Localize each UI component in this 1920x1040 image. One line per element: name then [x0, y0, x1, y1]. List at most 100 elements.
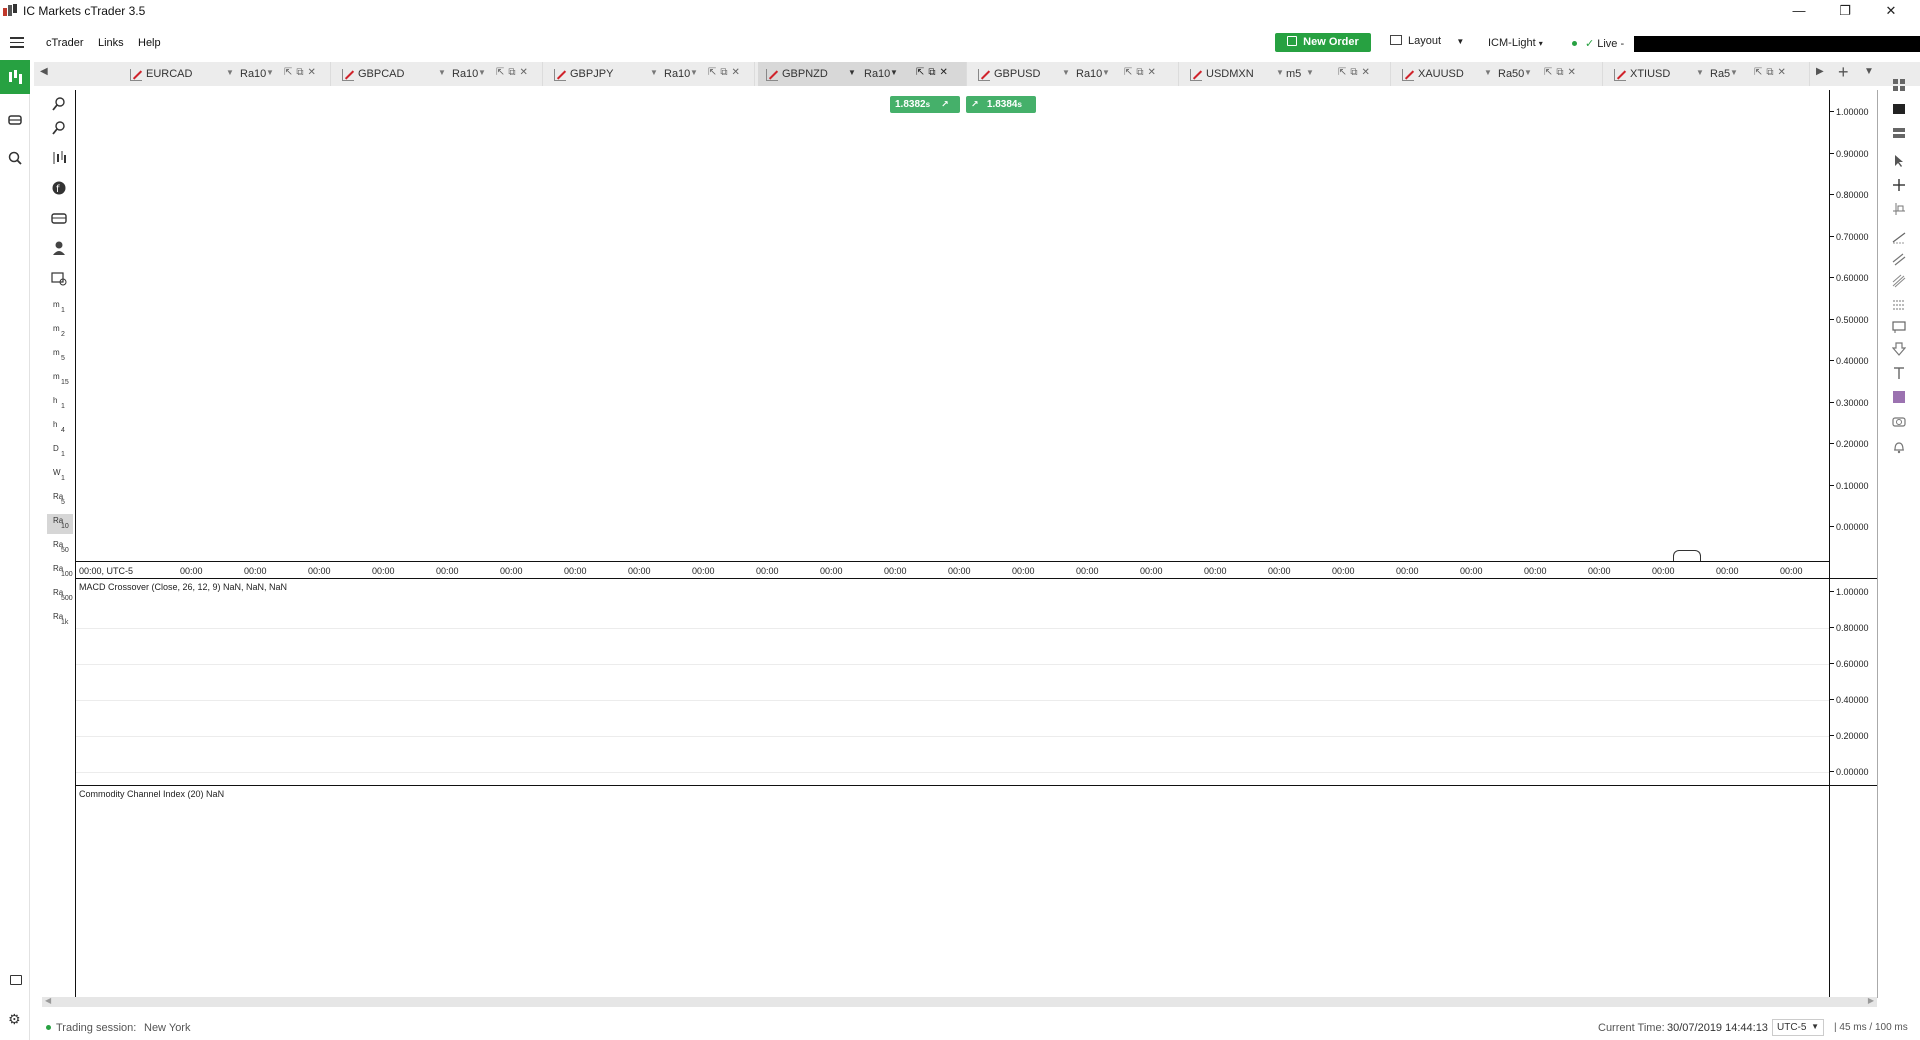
menu-links[interactable]: Links	[98, 37, 124, 49]
tab-gbpcad[interactable]: GBPCAD ▼ Ra10 ▼ ⇱⧉✕	[334, 62, 543, 86]
pitchfork-icon[interactable]	[1892, 274, 1906, 288]
timeframe-h1[interactable]: h1	[47, 394, 73, 414]
cbots-icon[interactable]	[51, 210, 67, 226]
chart-area[interactable]: 1.8382s ↗ ↗ 1.8384s 1.00000 0.90000 0.80…	[75, 90, 1878, 998]
trade-app-icon[interactable]	[0, 60, 30, 94]
tab-controls-icons[interactable]: ⇱⧉✕	[1338, 67, 1374, 78]
timeframe-ra5[interactable]: Ra 5	[47, 490, 73, 510]
live-account-status[interactable]: ✓ Live -	[1572, 37, 1624, 50]
timeframe-w1[interactable]: W1	[47, 466, 73, 486]
tab-list-dropdown-icon[interactable]: ▼	[1864, 66, 1874, 77]
main-price-pane[interactable]: 1.8382s ↗ ↗ 1.8384s	[76, 90, 1830, 561]
timeframe-h4[interactable]: h4	[47, 418, 73, 438]
tab-controls-icons[interactable]: ⇱⧉✕	[708, 67, 744, 78]
timeframe-m15[interactable]: m 15	[47, 370, 73, 390]
timeframe-dropdown-icon[interactable]: ▼	[1524, 68, 1532, 77]
ruler-icon[interactable]	[1892, 202, 1906, 216]
crosshair-icon[interactable]	[1892, 178, 1906, 192]
trendline-icon[interactable]	[1892, 230, 1906, 244]
tab-controls-icons[interactable]: ⇱⧉✕	[1544, 67, 1580, 78]
stacked-charts-icon[interactable]	[1892, 126, 1906, 140]
zoom-out-icon[interactable]	[51, 120, 67, 136]
tab-gbpusd[interactable]: GBPUSD ▼ Ra10 ▼ ⇱⧉✕	[970, 62, 1179, 86]
screenshot-camera-icon[interactable]	[1892, 414, 1906, 428]
symbol-dropdown-icon[interactable]: ▼	[226, 68, 234, 77]
tab-controls-icons[interactable]: ⇱⧉✕	[1754, 67, 1790, 78]
layout-button[interactable]: Layout ▼	[1390, 35, 1464, 47]
tab-controls-icons[interactable]: ⇱⧉✕	[284, 67, 320, 78]
menu-ctrader[interactable]: cTrader	[46, 37, 84, 49]
tab-scroll-left-icon[interactable]: ◀	[40, 66, 48, 77]
tab-controls-icons[interactable]: ⇱⧉✕	[1124, 67, 1160, 78]
multi-chart-grid-icon[interactable]	[1892, 78, 1906, 92]
timeframe-ra1k[interactable]: Ra 1k	[47, 610, 73, 630]
templates-icon[interactable]	[51, 270, 67, 286]
symbol-dropdown-icon[interactable]: ▼	[650, 68, 658, 77]
timeframe-m5[interactable]: m5	[47, 346, 73, 366]
arrow-down-icon[interactable]	[1892, 342, 1906, 356]
chart-type-icon[interactable]	[51, 150, 67, 166]
single-chart-icon[interactable]	[1892, 102, 1906, 116]
restore-button[interactable]: ❐	[1822, 0, 1868, 22]
tab-xtiusd[interactable]: XTIUSD ▼ Ra5 ▼ ⇱⧉✕	[1606, 62, 1810, 86]
menu-help[interactable]: Help	[138, 37, 161, 49]
minimize-button[interactable]: —	[1776, 0, 1822, 22]
alert-bell-icon[interactable]	[1892, 440, 1906, 454]
symbol-dropdown-icon[interactable]: ▼	[1062, 68, 1070, 77]
tab-scroll-right-icon[interactable]: ▶	[1816, 66, 1824, 77]
scroll-right-icon[interactable]: ▶	[1868, 996, 1874, 1005]
pane-separator[interactable]	[76, 578, 1878, 579]
timeframe-d1[interactable]: D1	[47, 442, 73, 462]
timeframe-dropdown-icon[interactable]: ▼	[690, 68, 698, 77]
channel-icon[interactable]	[1892, 252, 1906, 266]
timeframe-dropdown-icon[interactable]: ▼	[266, 68, 274, 77]
indicators-icon[interactable]: f	[51, 180, 67, 196]
macd-pane-label[interactable]: MACD Crossover (Close, 26, 12, 9) NaN, N…	[79, 582, 287, 592]
fibonacci-icon[interactable]	[1892, 298, 1906, 312]
hamburger-menu-icon[interactable]	[10, 34, 26, 48]
timeframe-dropdown-icon[interactable]: ▼	[1102, 68, 1110, 77]
copy-app-icon[interactable]	[0, 104, 30, 138]
tab-eurcad[interactable]: EURCAD ▼ Ra10 ▼ ⇱⧉✕	[122, 62, 331, 86]
ask-quote-button[interactable]: ↗ 1.8384s	[966, 96, 1036, 113]
timeframe-ra500[interactable]: Ra 500	[47, 586, 73, 606]
tab-usdmxn[interactable]: USDMXN ▼ m5 ▼ ⇱⧉✕	[1182, 62, 1391, 86]
scroll-left-icon[interactable]: ◀	[45, 996, 51, 1005]
timeframe-m2[interactable]: m2	[47, 322, 73, 342]
timeframe-dropdown-icon[interactable]: ▼	[1730, 68, 1738, 77]
rectangle-icon[interactable]	[1892, 320, 1906, 334]
timeframe-dropdown-icon[interactable]: ▼	[1306, 68, 1314, 77]
symbol-dropdown-icon[interactable]: ▼	[848, 68, 856, 77]
bid-quote-button[interactable]: 1.8382s ↗	[890, 96, 960, 113]
close-button[interactable]: ✕	[1868, 0, 1914, 22]
pane-separator[interactable]	[76, 785, 1878, 786]
timeframe-dropdown-icon[interactable]: ▼	[478, 68, 486, 77]
timeframe-m1[interactable]: m1	[47, 298, 73, 318]
tab-gbpnzd[interactable]: GBPNZD ▼ Ra10 ▼ ⇱⧉✕	[758, 62, 967, 86]
timeframe-ra100[interactable]: Ra 100	[47, 562, 73, 582]
scroll-to-latest-handle[interactable]	[1673, 550, 1701, 561]
tab-controls-icons[interactable]: ⇱⧉✕	[916, 67, 952, 78]
price-axis[interactable]	[1829, 90, 1830, 998]
cci-pane-label[interactable]: Commodity Channel Index (20) NaN	[79, 789, 224, 799]
text-icon[interactable]	[1892, 366, 1906, 380]
new-order-button[interactable]: New Order	[1275, 33, 1371, 52]
user-tools-icon[interactable]	[51, 240, 67, 256]
timeframe-ra10[interactable]: Ra 10	[47, 514, 73, 534]
color-picker-icon[interactable]	[1892, 390, 1906, 404]
tab-gbpjpy[interactable]: GBPJPY ▼ Ra10 ▼ ⇱⧉✕	[546, 62, 755, 86]
timezone-select[interactable]: UTC-5 ▼	[1772, 1019, 1824, 1036]
theme-selector[interactable]: ICM-Light ▾	[1488, 37, 1543, 49]
timeframe-dropdown-icon[interactable]: ▼	[890, 68, 898, 77]
tab-controls-icons[interactable]: ⇱⧉✕	[496, 67, 532, 78]
zoom-in-icon[interactable]	[51, 96, 67, 112]
chart-horizontal-scrollbar[interactable]: ◀ ▶	[42, 996, 1877, 1007]
symbol-dropdown-icon[interactable]: ▼	[438, 68, 446, 77]
add-tab-button[interactable]: +	[1838, 62, 1849, 83]
analyze-app-icon[interactable]	[0, 142, 30, 176]
timeframe-ra50[interactable]: Ra 50	[47, 538, 73, 558]
pointer-icon[interactable]	[1892, 154, 1906, 168]
symbol-dropdown-icon[interactable]: ▼	[1484, 68, 1492, 77]
portfolio-icon[interactable]	[10, 975, 22, 985]
symbol-dropdown-icon[interactable]: ▼	[1276, 68, 1284, 77]
